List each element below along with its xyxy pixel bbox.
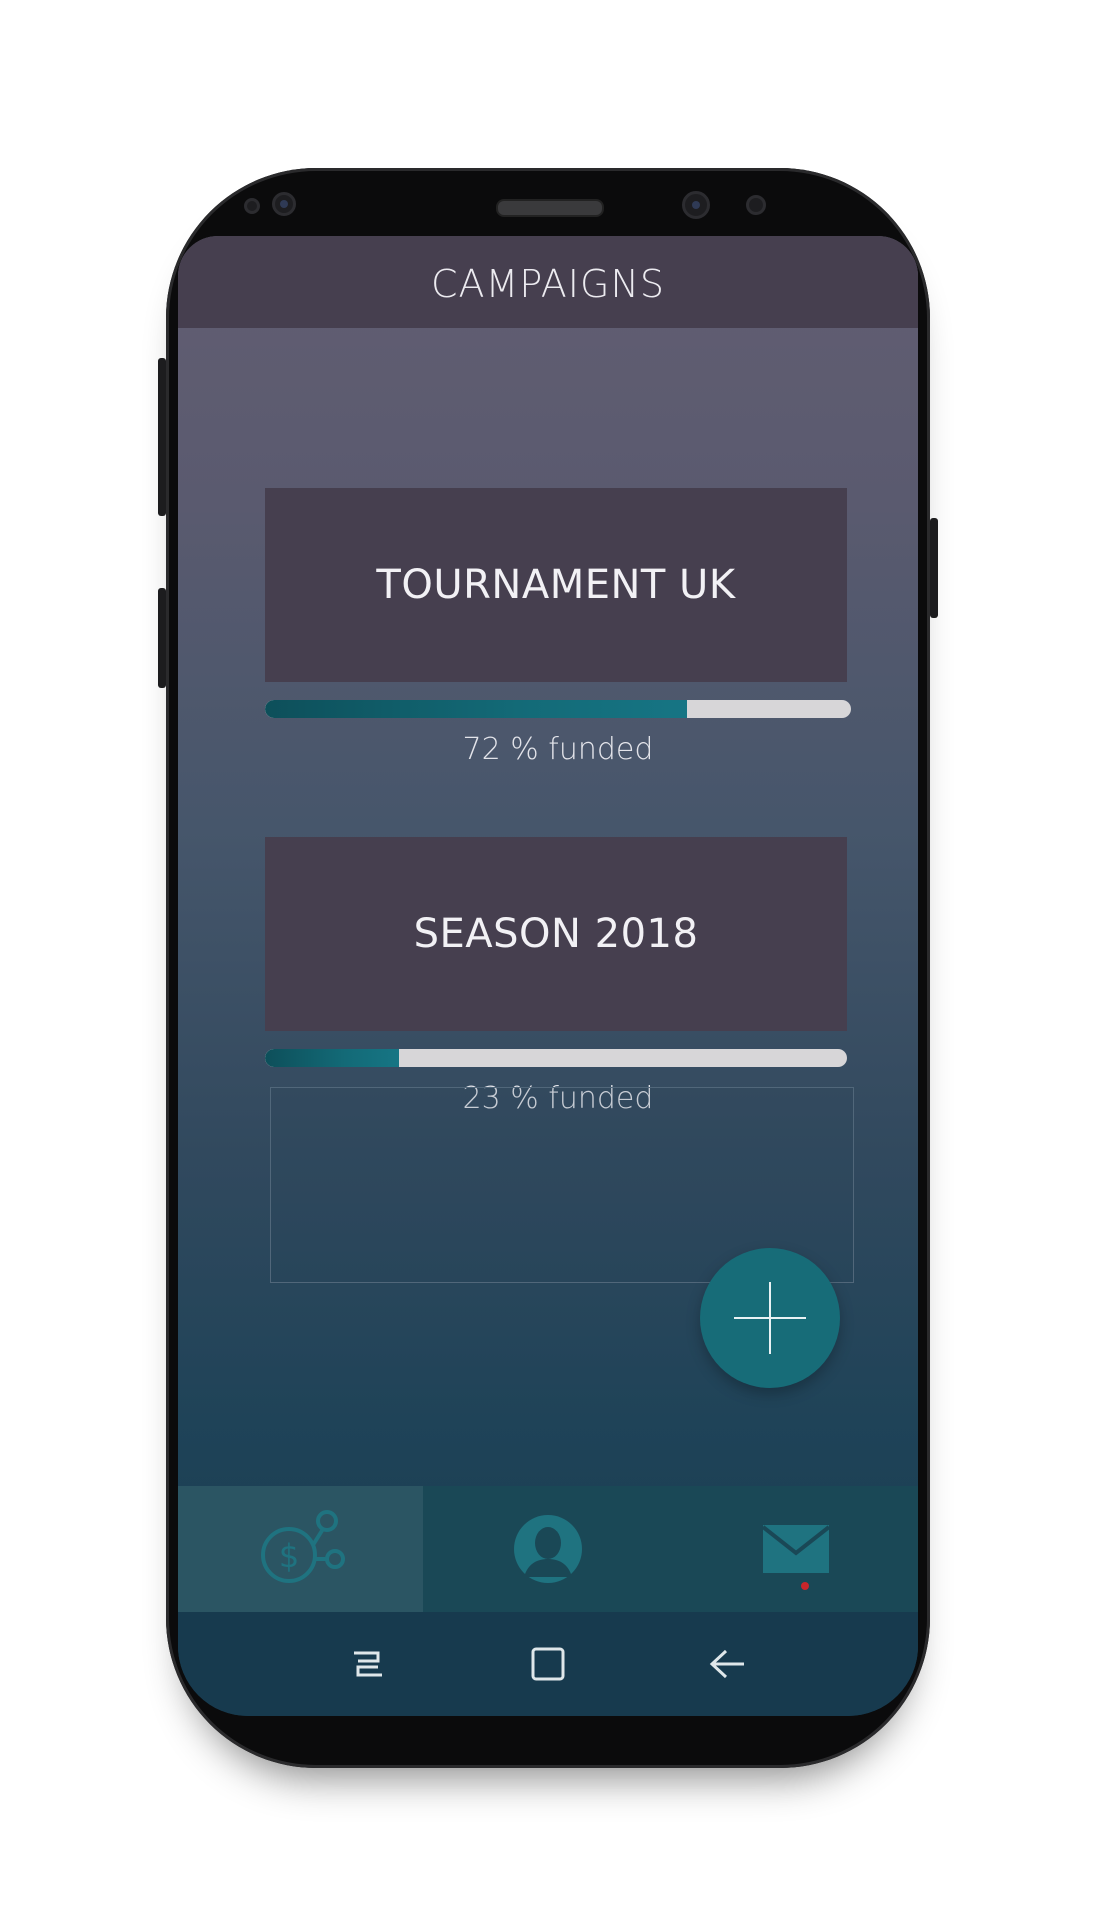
svg-text:$: $ bbox=[278, 1537, 298, 1575]
screen: CAMPAIGNS TOURNAMENT UK 72 % funded SEAS… bbox=[178, 236, 918, 1716]
back-button[interactable] bbox=[698, 1634, 758, 1694]
campaign-card[interactable]: TOURNAMENT UK bbox=[265, 488, 847, 682]
nav-item-messages[interactable] bbox=[673, 1486, 918, 1612]
campaign-name: TOURNAMENT UK bbox=[376, 562, 736, 608]
progress-fill bbox=[265, 700, 687, 718]
campaign-item[interactable]: SEASON 2018 23 % funded bbox=[265, 837, 851, 1116]
home-icon bbox=[531, 1647, 565, 1681]
campaign-name: SEASON 2018 bbox=[413, 911, 699, 957]
front-camera-icon bbox=[272, 192, 296, 216]
progress-label: 72 % funded bbox=[462, 732, 654, 767]
recents-icon bbox=[354, 1651, 382, 1677]
progress-bar bbox=[265, 700, 851, 718]
bixby-button bbox=[158, 588, 166, 688]
phone-frame: CAMPAIGNS TOURNAMENT UK 72 % funded SEAS… bbox=[158, 168, 938, 1768]
recents-button[interactable] bbox=[338, 1634, 398, 1694]
system-nav-bar bbox=[178, 1612, 918, 1716]
back-icon bbox=[709, 1649, 744, 1679]
campaign-item[interactable]: TOURNAMENT UK 72 % funded bbox=[265, 488, 851, 767]
profile-icon bbox=[514, 1515, 582, 1583]
progress-fill bbox=[265, 1049, 399, 1067]
proximity-sensor-icon bbox=[746, 195, 766, 215]
add-campaign-button[interactable] bbox=[700, 1248, 840, 1388]
bottom-nav: $ bbox=[178, 1486, 918, 1612]
speaker-grille bbox=[496, 199, 604, 217]
stage: CAMPAIGNS TOURNAMENT UK 72 % funded SEAS… bbox=[0, 0, 1100, 1921]
volume-button bbox=[158, 358, 166, 516]
nav-item-campaigns[interactable]: $ bbox=[178, 1486, 423, 1612]
page-title: CAMPAIGNS bbox=[431, 262, 665, 306]
dollar-network-icon: $ bbox=[260, 1510, 345, 1583]
app-header: CAMPAIGNS bbox=[178, 236, 918, 328]
mail-icon bbox=[761, 1525, 830, 1573]
nav-item-profile[interactable] bbox=[423, 1486, 673, 1612]
sensor-icon bbox=[244, 198, 260, 214]
home-button[interactable] bbox=[518, 1634, 578, 1694]
plus-icon bbox=[769, 1282, 771, 1354]
power-button bbox=[930, 518, 938, 618]
progress-bar bbox=[265, 1049, 847, 1067]
top-bezel bbox=[166, 168, 930, 238]
campaign-card[interactable]: SEASON 2018 bbox=[265, 837, 847, 1031]
notification-dot bbox=[801, 1582, 809, 1590]
iris-scanner-icon bbox=[682, 191, 710, 219]
